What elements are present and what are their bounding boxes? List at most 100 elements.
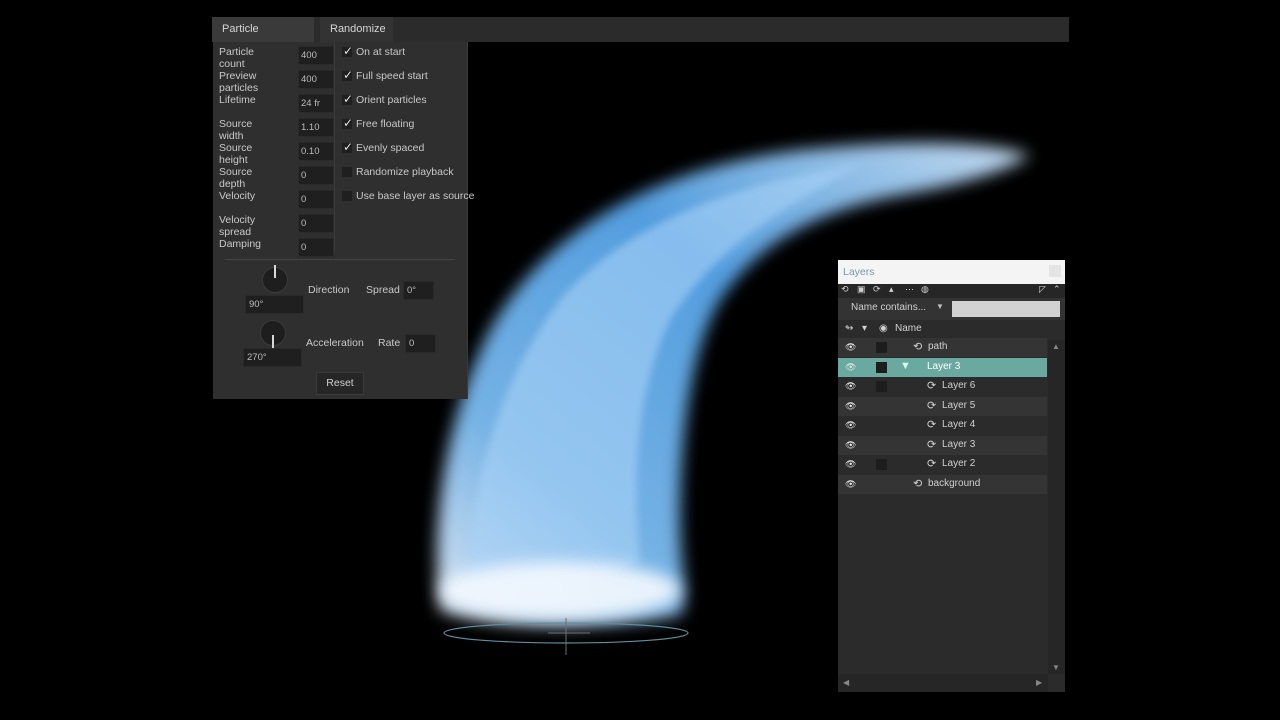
direction-dial[interactable] bbox=[262, 265, 288, 293]
tab-particle-options[interactable]: Particle Options▼ bbox=[212, 17, 314, 60]
field-label: Damping bbox=[219, 238, 262, 250]
check-icon: ✓ bbox=[343, 140, 354, 154]
layer-thumbnail bbox=[876, 342, 887, 353]
horizontal-scrollbar[interactable]: ◀ ▶ bbox=[838, 674, 1048, 692]
layer-row-layer-4[interactable]: 👁 ⟳ Layer 4 bbox=[838, 416, 1047, 435]
collapse-icon[interactable]: ⌃ bbox=[1053, 284, 1061, 295]
particle-options-panel: Particle count 400 Preview particles 400… bbox=[213, 42, 474, 399]
eye-icon[interactable]: 👁 bbox=[845, 362, 856, 373]
layer-name: Layer 5 bbox=[942, 400, 976, 411]
artwork-canvas[interactable] bbox=[0, 0, 1280, 720]
checkbox-box[interactable]: ✓ bbox=[342, 68, 353, 82]
field-label: Source height bbox=[219, 142, 253, 166]
layer-name: Layer 4 bbox=[942, 419, 976, 430]
column-divider bbox=[334, 42, 335, 252]
rate-input[interactable]: 0 bbox=[405, 334, 436, 353]
layer-row-layer-2[interactable]: 👁 ⟳ Layer 2 bbox=[838, 455, 1047, 474]
lifetime-input[interactable]: 24 fr bbox=[298, 94, 334, 113]
layer-row-background[interactable]: 👁 ⟲ background bbox=[838, 475, 1047, 494]
tab-randomize-label: Randomize bbox=[330, 23, 386, 35]
link-icon[interactable]: ⟲ bbox=[841, 284, 849, 295]
velocity-input[interactable]: 0 bbox=[298, 190, 334, 209]
layer-name: Layer 6 bbox=[942, 380, 976, 391]
lock-column-icon[interactable]: ◉ bbox=[879, 323, 888, 334]
checkbox-label: Use base layer as source bbox=[356, 190, 475, 202]
name-column-header[interactable]: Name bbox=[895, 323, 922, 334]
layer-name: Layer 2 bbox=[942, 458, 976, 469]
checkbox-box[interactable]: ✓ bbox=[342, 116, 354, 130]
layer-row-layer-3-group[interactable]: 👁 ▼ Layer 3 bbox=[838, 358, 1047, 377]
panel-options-icon[interactable]: ◸ bbox=[1039, 284, 1046, 295]
velocity-spread-input[interactable]: 0 bbox=[298, 214, 334, 233]
checkbox-box[interactable] bbox=[342, 191, 352, 201]
checkbox-label: Randomize playback bbox=[356, 166, 454, 178]
scroll-up-icon[interactable]: ▲ bbox=[1052, 342, 1060, 351]
layers-panel: Layers ⟲ ▣ ⟳ ▴ ⋯ ◍ ◸ ⌃ Name contains... … bbox=[838, 260, 1065, 692]
path-layer-icon: ⟲ bbox=[913, 341, 923, 353]
particle-layer-icon: ⟳ bbox=[927, 400, 937, 412]
check-icon: ✓ bbox=[343, 116, 354, 130]
acceleration-angle-input[interactable]: 270° bbox=[243, 348, 302, 367]
particle-count-input[interactable]: 400 bbox=[298, 46, 334, 65]
field-label: Velocity spread bbox=[219, 214, 256, 238]
checkbox-box[interactable]: ✓ bbox=[342, 140, 354, 154]
scroll-right-icon[interactable]: ▶ bbox=[1036, 678, 1042, 687]
layer-thumbnail bbox=[876, 381, 887, 392]
more-icon[interactable]: ⋯ bbox=[905, 284, 914, 295]
path-layer-icon: ⟲ bbox=[913, 478, 923, 490]
source-width-input[interactable]: 1.10 bbox=[298, 118, 334, 137]
layers-title: Layers bbox=[843, 266, 875, 278]
scroll-left-icon[interactable]: ◀ bbox=[843, 678, 849, 687]
new-layer-icon[interactable]: ▣ bbox=[857, 284, 866, 295]
eye-icon[interactable]: 👁 bbox=[845, 459, 856, 470]
checkbox-label: On at start bbox=[356, 46, 406, 58]
checkbox-box[interactable]: ✓ bbox=[342, 92, 353, 106]
particle-source-emitter[interactable] bbox=[443, 618, 689, 655]
acceleration-dial[interactable] bbox=[260, 320, 286, 346]
scroll-down-icon[interactable]: ▼ bbox=[1052, 663, 1060, 672]
direction-angle-input[interactable]: 90° bbox=[245, 295, 304, 314]
layer-name: path bbox=[928, 341, 948, 352]
layer-thumbnail bbox=[876, 362, 887, 373]
panel-menu-icon[interactable] bbox=[1049, 265, 1061, 277]
layer-name: background bbox=[928, 478, 981, 489]
vertical-scrollbar[interactable]: ▲ ▼ bbox=[1048, 340, 1065, 674]
name-filter-select[interactable]: Name contains... bbox=[851, 302, 926, 313]
eye-icon[interactable]: 👁 bbox=[845, 342, 856, 353]
checkbox-label: Free floating bbox=[356, 118, 415, 130]
duplicate-icon[interactable]: ⟳ bbox=[873, 284, 881, 295]
delete-icon[interactable]: ◍ bbox=[921, 284, 929, 295]
expand-column-icon[interactable]: ▾ bbox=[862, 323, 867, 334]
damping-input[interactable]: 0 bbox=[298, 238, 334, 257]
preview-particles-input[interactable]: 400 bbox=[298, 70, 334, 89]
eye-icon[interactable]: 👁 bbox=[845, 401, 856, 412]
reset-button[interactable]: Reset bbox=[316, 372, 364, 395]
tab-randomize[interactable]: Randomize bbox=[320, 17, 393, 42]
field-label: Preview particles bbox=[219, 70, 259, 94]
chevron-down-icon[interactable]: ▼ bbox=[936, 302, 944, 311]
checkbox-label: Full speed start bbox=[356, 70, 428, 82]
field-label: Velocity bbox=[219, 190, 256, 202]
source-depth-input[interactable]: 0 bbox=[298, 166, 334, 185]
eye-icon[interactable]: 👁 bbox=[845, 440, 856, 451]
checkbox-box[interactable] bbox=[342, 167, 352, 177]
checkbox-box[interactable]: ✓ bbox=[342, 44, 353, 58]
eye-icon[interactable]: 👁 bbox=[845, 381, 856, 392]
layer-row-path[interactable]: 👁 ⟲ path bbox=[838, 338, 1047, 357]
field-label: Source depth bbox=[219, 166, 253, 190]
particle-layer-icon: ⟳ bbox=[927, 458, 937, 470]
particle-layer-icon: ⟳ bbox=[927, 439, 937, 451]
folder-expand-icon[interactable]: ▼ bbox=[900, 360, 911, 372]
eye-icon[interactable]: 👁 bbox=[845, 479, 856, 490]
layers-title-bar[interactable]: Layers bbox=[838, 260, 1065, 284]
visibility-column-icon[interactable]: ↬ bbox=[845, 323, 853, 334]
layers-column-header: ↬ ▾ ◉ Name bbox=[838, 320, 1048, 338]
spread-input[interactable]: 0° bbox=[403, 281, 434, 300]
filter-search-input[interactable] bbox=[952, 301, 1060, 317]
layer-row-layer-6[interactable]: 👁 ⟳ Layer 6 bbox=[838, 377, 1047, 396]
layer-row-layer-5[interactable]: 👁 ⟳ Layer 5 bbox=[838, 397, 1047, 416]
layer-row-layer-3[interactable]: 👁 ⟳ Layer 3 bbox=[838, 436, 1047, 455]
lock-icon[interactable]: ▴ bbox=[889, 284, 894, 295]
eye-icon[interactable]: 👁 bbox=[845, 420, 856, 431]
source-height-input[interactable]: 0.10 bbox=[298, 142, 334, 161]
